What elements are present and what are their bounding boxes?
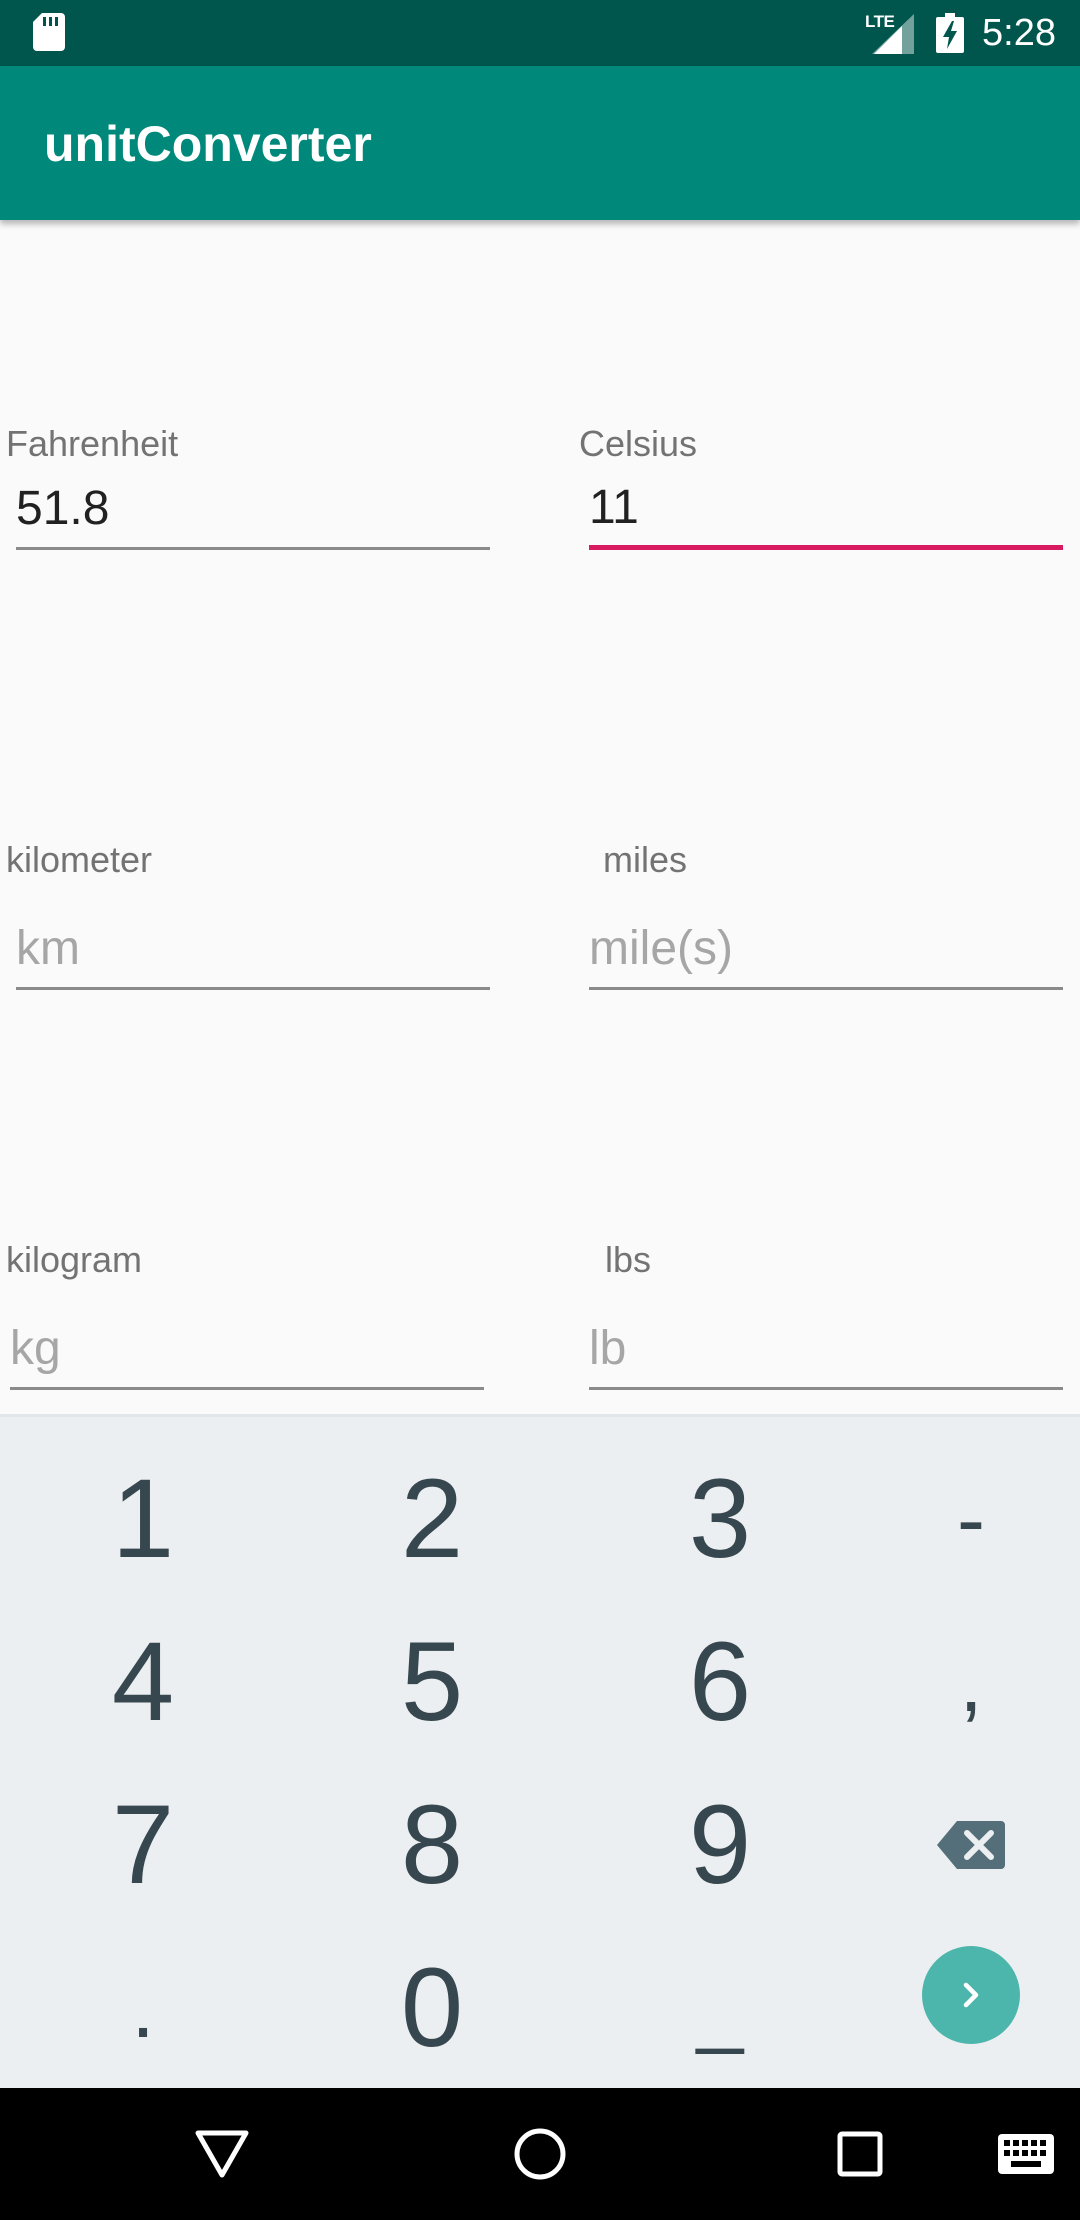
home-icon (514, 2128, 566, 2180)
numeric-keypad: 1 2 3 - 4 5 6 , 7 8 9 . 0 _ (0, 1414, 1080, 2088)
miles-input[interactable] (589, 910, 1063, 990)
back-icon (195, 2130, 249, 2178)
app-bar: unitConverter (0, 66, 1080, 220)
key-7[interactable]: 7 (8, 1763, 278, 1927)
key-8[interactable]: 8 (297, 1763, 567, 1927)
signal-icon (872, 14, 914, 54)
battery-charging-icon (936, 13, 964, 53)
status-bar: LTE 5:28 (0, 0, 1080, 66)
key-6[interactable]: 6 (585, 1600, 855, 1764)
key-comma[interactable]: , (836, 1600, 1080, 1764)
miles-label: miles (603, 839, 688, 880)
key-9[interactable]: 9 (585, 1763, 855, 1927)
recents-icon (837, 2131, 883, 2177)
home-button[interactable] (490, 2088, 590, 2220)
key-period[interactable]: . (8, 1926, 278, 2090)
key-1-label: 1 (111, 1456, 175, 1581)
recents-button[interactable] (810, 2088, 910, 2220)
key-4-label: 4 (111, 1619, 175, 1744)
sd-card-icon (33, 13, 65, 51)
key-6-label: 6 (688, 1619, 752, 1744)
kilogram-input[interactable] (10, 1310, 484, 1390)
key-minus-label: - (957, 1472, 985, 1566)
lbs-label: lbs (605, 1239, 652, 1280)
navigation-bar (0, 2088, 1080, 2220)
kilogram-label: kilogram (6, 1239, 143, 1280)
celsius-label: Celsius (579, 423, 698, 464)
keyboard-switch-icon (998, 2134, 1054, 2174)
key-8-label: 8 (400, 1782, 464, 1907)
key-2[interactable]: 2 (297, 1437, 567, 1601)
key-3[interactable]: 3 (585, 1437, 855, 1601)
go-key[interactable] (922, 1946, 1020, 2044)
key-3-label: 3 (688, 1456, 752, 1581)
fahrenheit-label: Fahrenheit (6, 423, 179, 464)
go-arrow-icon (963, 1982, 979, 2008)
celsius-input[interactable] (589, 470, 1063, 550)
key-2-label: 2 (400, 1456, 464, 1581)
key-9-label: 9 (688, 1782, 752, 1907)
key-4[interactable]: 4 (8, 1600, 278, 1764)
app-title: unitConverter (44, 116, 372, 172)
backspace-icon (937, 1821, 1005, 1869)
key-comma-label: , (959, 1635, 983, 1729)
fahrenheit-input[interactable] (16, 470, 490, 550)
key-1[interactable]: 1 (8, 1437, 278, 1601)
kilometer-label: kilometer (6, 839, 153, 880)
key-space[interactable]: _ (585, 1926, 855, 2090)
clock: 5:28 (982, 12, 1056, 54)
backspace-key[interactable] (836, 1763, 1080, 1927)
key-minus[interactable]: - (836, 1437, 1080, 1601)
back-button[interactable] (172, 2088, 272, 2220)
key-period-label: . (131, 1961, 155, 2055)
key-space-label: _ (696, 1961, 744, 2055)
key-5-label: 5 (400, 1619, 464, 1744)
kilometer-input[interactable] (16, 910, 490, 990)
keyboard-switch-button[interactable] (990, 2088, 1062, 2220)
key-0[interactable]: 0 (297, 1926, 567, 2090)
key-5[interactable]: 5 (297, 1600, 567, 1764)
key-0-label: 0 (400, 1945, 464, 2070)
key-7-label: 7 (111, 1782, 175, 1907)
lbs-input[interactable] (589, 1310, 1063, 1390)
